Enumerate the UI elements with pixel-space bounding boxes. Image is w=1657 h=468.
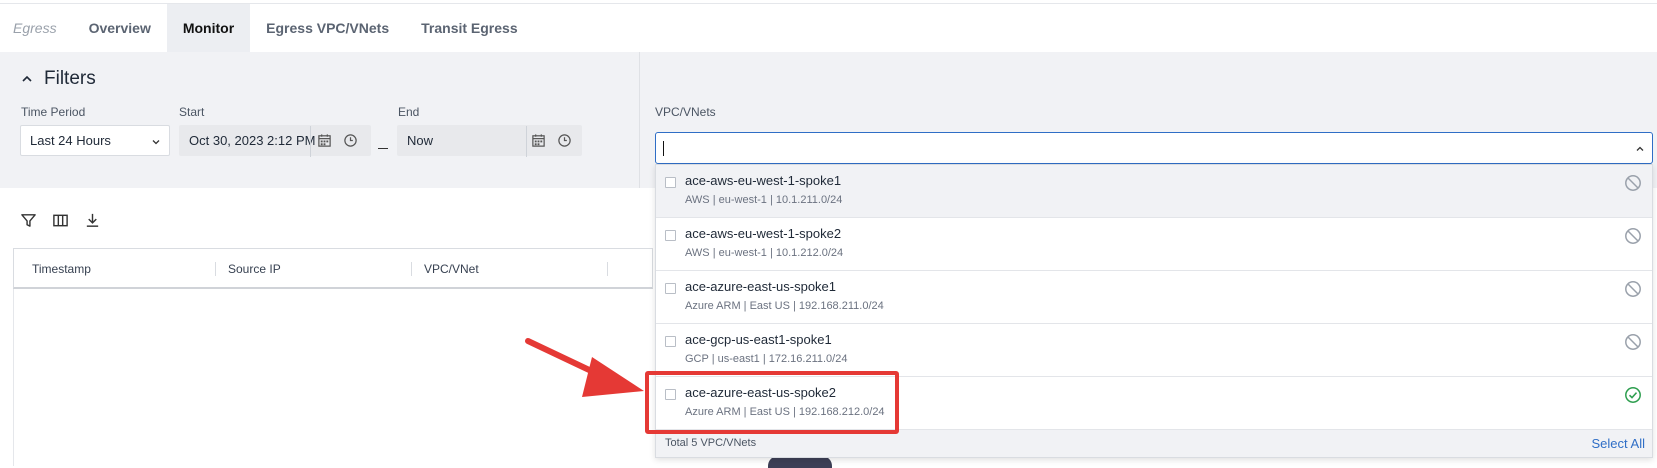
vpc-option[interactable]: ace-azure-east-us-spoke1 Azure ARM | Eas… xyxy=(656,271,1652,324)
table-header: Timestamp Source IP VPC/VNet xyxy=(13,248,653,289)
chevron-up-icon[interactable] xyxy=(1636,145,1644,153)
tab-transit-egress[interactable]: Transit Egress xyxy=(405,4,534,52)
disabled-icon xyxy=(1625,228,1641,244)
option-checkbox[interactable] xyxy=(665,177,676,188)
tab-bar: Egress Overview Monitor Egress VPC/VNets… xyxy=(0,4,1657,52)
disabled-icon xyxy=(1625,175,1641,191)
option-checkbox[interactable] xyxy=(665,336,676,347)
filters-toggle[interactable]: Filters xyxy=(22,68,96,90)
time-period-label: Time Period xyxy=(21,105,86,119)
option-name: ace-aws-eu-west-1-spoke2 xyxy=(685,226,842,241)
tab-egress-vpc-vnets[interactable]: Egress VPC/VNets xyxy=(250,4,405,52)
table-toolbar xyxy=(20,212,101,229)
vpc-option[interactable]: ace-aws-eu-west-1-spoke2 AWS | eu-west-1… xyxy=(656,218,1652,271)
vpc-option[interactable]: ace-gcp-us-east1-spoke1 GCP | us-east1 |… xyxy=(656,324,1652,377)
option-checkbox[interactable] xyxy=(665,283,676,294)
end-value: Now xyxy=(407,133,434,148)
tab-overview[interactable]: Overview xyxy=(73,4,167,52)
option-name: ace-aws-eu-west-1-spoke1 xyxy=(685,173,842,188)
option-detail: AWS | eu-west-1 | 10.1.211.0/24 xyxy=(685,194,843,206)
divider xyxy=(526,126,527,157)
option-detail: AWS | eu-west-1 | 10.1.212.0/24 xyxy=(685,247,844,259)
column-vpc-vnet[interactable]: VPC/VNet xyxy=(424,262,479,276)
annotation-highlight-box xyxy=(645,371,899,434)
option-checkbox[interactable] xyxy=(665,230,676,241)
column-source-ip[interactable]: Source IP xyxy=(228,262,281,276)
total-count: Total 5 VPC/VNets xyxy=(665,437,757,449)
calendar-icon[interactable] xyxy=(317,133,332,148)
column-divider xyxy=(607,262,608,276)
clock-icon[interactable] xyxy=(557,133,572,148)
option-name: ace-azure-east-us-spoke1 xyxy=(685,279,837,294)
columns-icon[interactable] xyxy=(52,212,69,229)
start-datetime-field[interactable]: Oct 30, 2023 2:12 PM xyxy=(179,125,371,157)
option-detail: GCP | us-east1 | 172.16.211.0/24 xyxy=(685,353,848,365)
section-label: Egress xyxy=(13,20,57,36)
filters-divider xyxy=(639,52,640,188)
chevron-down-icon xyxy=(152,140,160,145)
option-name: ace-gcp-us-east1-spoke1 xyxy=(685,332,832,347)
time-period-value: Last 24 Hours xyxy=(30,133,111,148)
disabled-icon xyxy=(1625,281,1641,297)
vpc-vnets-input[interactable] xyxy=(655,132,1653,164)
dropdown-footer: Total 5 VPC/VNets Select All xyxy=(656,430,1652,457)
filter-icon[interactable] xyxy=(20,212,37,229)
column-timestamp[interactable]: Timestamp xyxy=(32,262,91,276)
filters-title: Filters xyxy=(44,68,96,89)
vpc-option[interactable]: ace-aws-eu-west-1-spoke1 AWS | eu-west-1… xyxy=(656,165,1652,218)
divider xyxy=(310,126,311,157)
tab-monitor[interactable]: Monitor xyxy=(166,4,251,52)
clock-icon[interactable] xyxy=(343,133,358,148)
option-detail: Azure ARM | East US | 192.168.211.0/24 xyxy=(685,300,884,312)
select-all-link[interactable]: Select All xyxy=(1592,436,1645,451)
vpc-vnets-label: VPC/VNets xyxy=(655,105,716,119)
chevron-up-icon xyxy=(22,75,32,82)
start-value: Oct 30, 2023 2:12 PM xyxy=(189,133,316,148)
start-label: Start xyxy=(179,105,205,119)
end-label: End xyxy=(398,105,420,119)
annotation-arrow-icon xyxy=(525,338,644,397)
check-circle-icon xyxy=(1625,387,1641,403)
download-icon[interactable] xyxy=(84,212,101,229)
time-period-select[interactable]: Last 24 Hours xyxy=(20,125,170,156)
column-divider xyxy=(411,262,412,276)
column-divider xyxy=(215,262,216,276)
calendar-icon[interactable] xyxy=(531,133,546,148)
text-cursor xyxy=(663,141,664,156)
range-dash xyxy=(378,148,388,149)
disabled-icon xyxy=(1625,334,1641,350)
end-datetime-field[interactable]: Now xyxy=(397,125,582,157)
